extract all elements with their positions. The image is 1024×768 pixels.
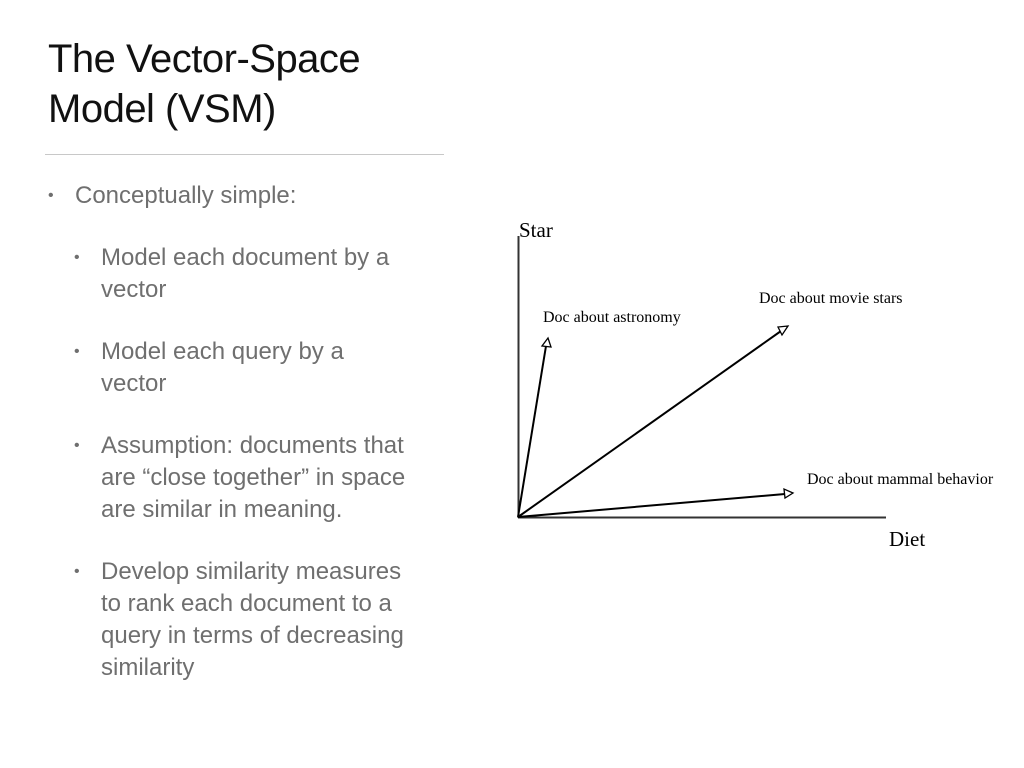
- slide-title: The Vector-Space Model (VSM): [48, 34, 468, 134]
- sub-bullet-text-line: Develop similarity measures: [101, 558, 402, 585]
- vector-movie-stars-label: Doc about movie stars: [759, 290, 903, 307]
- vector-mammal-behavior-arrowhead: [783, 487, 795, 500]
- vector-mammal-behavior: [517, 493, 786, 518]
- sub-bullet-text-line: Model each query by a: [101, 338, 344, 365]
- vector-movie-stars: [517, 330, 782, 518]
- slide-title-line-1: The Vector-Space: [48, 37, 361, 81]
- sub-bullet-query-vector: • Model each query by a vector: [48, 336, 448, 400]
- bullet-marker: •: [74, 437, 80, 454]
- vector-movie-stars-arrowhead: [776, 325, 790, 337]
- bullet-main-text: Conceptually simple:: [75, 182, 297, 209]
- title-divider: [45, 154, 444, 155]
- vector-mammal-behavior-label: Doc about mammal behavior: [807, 471, 994, 488]
- sub-bullet-text-line: Assumption: documents that: [101, 432, 404, 459]
- bullet-marker: •: [74, 249, 80, 266]
- vector-astronomy: [517, 345, 547, 518]
- sub-bullet-text-line: Model each document by a: [101, 244, 390, 271]
- bullet-marker: •: [48, 187, 54, 204]
- sub-bullet-text-line: vector: [101, 276, 167, 303]
- sub-bullet-assumption: • Assumption: documents that are “close …: [48, 430, 448, 526]
- sub-bullet-similarity-measures: • Develop similarity measures to rank ea…: [48, 556, 448, 684]
- vector-astronomy-arrowhead: [540, 336, 552, 348]
- bullet-list: • Conceptually simple: • Model each docu…: [48, 180, 448, 684]
- sub-bullet-document-vector: • Model each document by a vector: [48, 242, 448, 306]
- bullet-marker: •: [74, 563, 80, 580]
- vector-astronomy-label: Doc about astronomy: [543, 309, 681, 326]
- sub-bullet-text-line: vector: [101, 370, 167, 397]
- slide: The Vector-Space Model (VSM) • Conceptua…: [0, 0, 1024, 768]
- sub-bullet-text-line: are “close together” in space: [101, 464, 406, 491]
- sub-bullet-text-line: to rank each document to a: [101, 590, 392, 617]
- bullet-marker: •: [74, 343, 80, 360]
- x-axis-label: Diet: [889, 527, 925, 551]
- slide-title-line-2: Model (VSM): [48, 87, 276, 131]
- y-axis-label: Star: [519, 218, 553, 242]
- bullet-main: • Conceptually simple:: [48, 180, 448, 212]
- sub-bullet-text-line: query in terms of decreasing: [101, 622, 404, 649]
- sub-bullet-text-line: similarity: [101, 654, 195, 681]
- sub-bullet-text-line: are similar in meaning.: [101, 496, 343, 523]
- vector-space-diagram: Star Diet Doc about astronomy Doc about …: [517, 218, 994, 551]
